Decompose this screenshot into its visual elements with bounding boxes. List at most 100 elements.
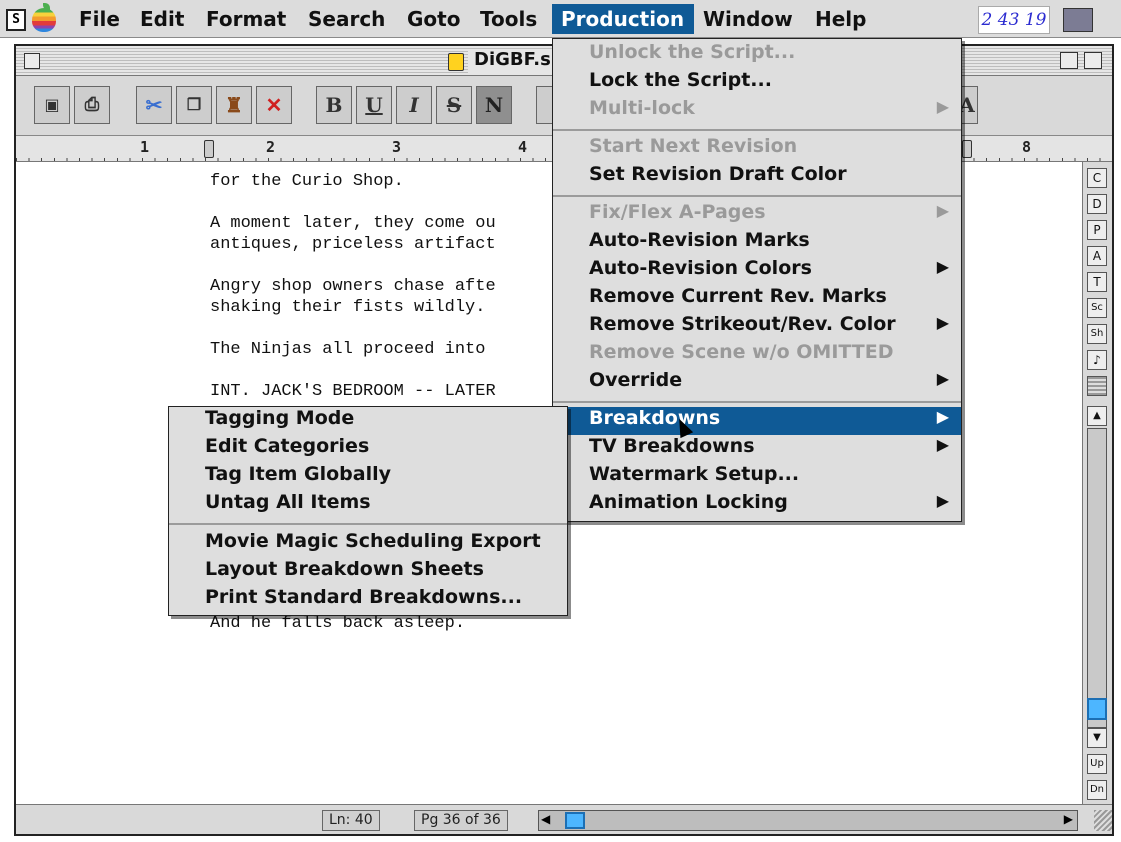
right-margin-marker[interactable] xyxy=(962,140,972,158)
submenu-arrow-icon: ▶ xyxy=(936,97,949,116)
submenu-item-tagging-mode[interactable]: Tagging Mode xyxy=(169,407,567,435)
element-button-t[interactable]: T xyxy=(1087,272,1107,292)
submenu-arrow-icon: ▶ xyxy=(936,369,949,388)
submenu-arrow-icon: ▶ xyxy=(936,407,949,426)
apple-leaf-icon xyxy=(43,3,50,10)
copy-icon[interactable]: ❐ xyxy=(176,86,212,124)
vertical-scroll-track[interactable] xyxy=(1087,428,1107,728)
menu-goto[interactable]: Goto xyxy=(398,4,469,34)
menu-window[interactable]: Window xyxy=(694,4,802,34)
delete-icon[interactable]: ✕ xyxy=(256,86,292,124)
menu-item-label: Lock the Script... xyxy=(589,69,772,91)
submenu-arrow-icon: ▶ xyxy=(936,313,949,332)
menu-tools[interactable]: Tools xyxy=(471,4,546,34)
submenu-arrow-icon: ▶ xyxy=(936,491,949,510)
submenu-item-movie-magic-scheduling-export[interactable]: Movie Magic Scheduling Export xyxy=(169,530,567,558)
element-button-c[interactable]: C xyxy=(1087,168,1107,188)
menu-item-remove-scene-without-omitted[interactable]: Remove Scene w/o OMITTED xyxy=(553,341,961,369)
menu-separator xyxy=(553,195,961,197)
submenu-item-edit-categories[interactable]: Edit Categories xyxy=(169,435,567,463)
breakdowns-submenu: Tagging Mode Edit Categories Tag Item Gl… xyxy=(168,406,568,616)
menu-item-animation-locking[interactable]: Animation Locking ▶ xyxy=(553,491,961,519)
menu-production[interactable]: Production xyxy=(552,4,694,34)
menu-item-remove-current-rev-marks[interactable]: Remove Current Rev. Marks xyxy=(553,285,961,313)
window-title: DiGBF.s xyxy=(468,49,557,73)
scroll-left-arrow-icon[interactable]: ◀ xyxy=(541,812,550,826)
application-menu-icon[interactable] xyxy=(1063,8,1093,32)
menu-separator xyxy=(553,401,961,403)
submenu-item-print-standard-breakdowns[interactable]: Print Standard Breakdowns... xyxy=(169,586,567,614)
menu-item-fix-flex-a-pages[interactable]: Fix/Flex A-Pages ▶ xyxy=(553,201,961,229)
script-line: shaking their fists wildly. xyxy=(210,298,486,317)
element-button-a[interactable]: A xyxy=(1087,246,1107,266)
italic-button[interactable]: I xyxy=(396,86,432,124)
menu-item-watermark-setup[interactable]: Watermark Setup... xyxy=(553,463,961,491)
menu-search[interactable]: Search xyxy=(299,4,394,34)
collapse-box-icon[interactable] xyxy=(1084,52,1102,69)
submenu-item-untag-all-items[interactable]: Untag All Items xyxy=(169,491,567,519)
script-line: for the Curio Shop. xyxy=(210,172,404,191)
grip-icon[interactable] xyxy=(1087,376,1107,396)
submenu-item-tag-item-globally[interactable]: Tag Item Globally xyxy=(169,463,567,491)
vertical-scroll-thumb[interactable] xyxy=(1087,698,1107,720)
menu-edit[interactable]: Edit xyxy=(131,4,193,34)
element-button-d[interactable]: D xyxy=(1087,194,1107,214)
menu-format[interactable]: Format xyxy=(197,4,295,34)
element-button-sh[interactable]: Sh xyxy=(1087,324,1107,344)
strikethrough-button[interactable]: S xyxy=(436,86,472,124)
menu-file[interactable]: File xyxy=(70,4,129,34)
menu-item-label: Unlock the Script... xyxy=(589,41,796,63)
horizontal-scrollbar[interactable]: ◀ ▶ xyxy=(538,810,1078,831)
paste-icon[interactable]: ♜ xyxy=(216,86,252,124)
script-line: The Ninjas all proceed into xyxy=(210,340,486,359)
menu-item-label: Animation Locking xyxy=(589,491,788,513)
underline-button[interactable]: U xyxy=(356,86,392,124)
menu-item-start-next-revision[interactable]: Start Next Revision xyxy=(553,135,961,163)
normal-text-button[interactable]: N xyxy=(476,86,512,124)
menu-item-label: Remove Strikeout/Rev. Color xyxy=(589,313,896,335)
zoom-box-icon[interactable] xyxy=(1060,52,1078,69)
scroll-right-arrow-icon[interactable]: ▶ xyxy=(1064,812,1073,826)
menu-item-multi-lock[interactable]: Multi-lock ▶ xyxy=(553,97,961,125)
menu-item-label: Watermark Setup... xyxy=(589,463,800,485)
script-app-icon[interactable]: S xyxy=(6,9,26,31)
page-indicator: Pg 36 of 36 xyxy=(414,810,508,831)
resize-grip-icon[interactable] xyxy=(1094,810,1112,831)
menu-item-label: TV Breakdowns xyxy=(589,435,755,457)
document-icon xyxy=(448,53,464,71)
menu-item-breakdowns[interactable]: Breakdowns ▶ xyxy=(553,407,961,435)
submenu-item-layout-breakdown-sheets[interactable]: Layout Breakdown Sheets xyxy=(169,558,567,586)
scroll-down-arrow-icon[interactable]: ▼ xyxy=(1087,728,1107,748)
menu-item-label: Remove Scene w/o OMITTED xyxy=(589,341,894,363)
scroll-up-arrow-icon[interactable]: ▲ xyxy=(1087,406,1107,426)
cut-icon[interactable]: ✂ xyxy=(136,86,172,124)
menu-item-tv-breakdowns[interactable]: TV Breakdowns ▶ xyxy=(553,435,961,463)
menu-bar: S File Edit Format Search Goto Tools Pro… xyxy=(0,0,1121,38)
element-button-sc[interactable]: Sc xyxy=(1087,298,1107,318)
menu-item-override[interactable]: Override ▶ xyxy=(553,369,961,397)
element-sidebar: C D P A T Sc Sh ♪ ▲ ▼ Up Dn xyxy=(1082,162,1112,804)
print-icon[interactable]: ⎙ xyxy=(74,86,110,124)
menu-help[interactable]: Help xyxy=(806,4,875,34)
menu-item-set-revision-draft-color[interactable]: Set Revision Draft Color xyxy=(553,163,961,191)
menu-item-auto-revision-colors[interactable]: Auto-Revision Colors ▶ xyxy=(553,257,961,285)
left-margin-marker[interactable] xyxy=(204,140,214,158)
menu-item-remove-strikeout-rev-color[interactable]: Remove Strikeout/Rev. Color ▶ xyxy=(553,313,961,341)
page-down-button[interactable]: Dn xyxy=(1087,780,1107,800)
apple-menu-icon[interactable] xyxy=(32,8,56,32)
menu-item-unlock-script[interactable]: Unlock the Script... xyxy=(553,41,961,69)
music-note-icon[interactable]: ♪ xyxy=(1087,350,1107,370)
menu-item-label: Start Next Revision xyxy=(589,135,798,157)
element-button-p[interactable]: P xyxy=(1087,220,1107,240)
ruler-number: 4 xyxy=(518,138,528,156)
menu-item-auto-revision-marks[interactable]: Auto-Revision Marks xyxy=(553,229,961,257)
page-up-button[interactable]: Up xyxy=(1087,754,1107,774)
horizontal-scroll-thumb[interactable] xyxy=(565,812,585,829)
script-line: INT. JACK'S BEDROOM -- LATER xyxy=(210,382,496,401)
script-line: antiques, priceless artifact xyxy=(210,235,496,254)
menu-item-lock-script[interactable]: Lock the Script... xyxy=(553,69,961,97)
save-icon[interactable]: ▣ xyxy=(34,86,70,124)
close-box-icon[interactable] xyxy=(24,53,40,69)
bold-button[interactable]: B xyxy=(316,86,352,124)
submenu-arrow-icon: ▶ xyxy=(936,257,949,276)
